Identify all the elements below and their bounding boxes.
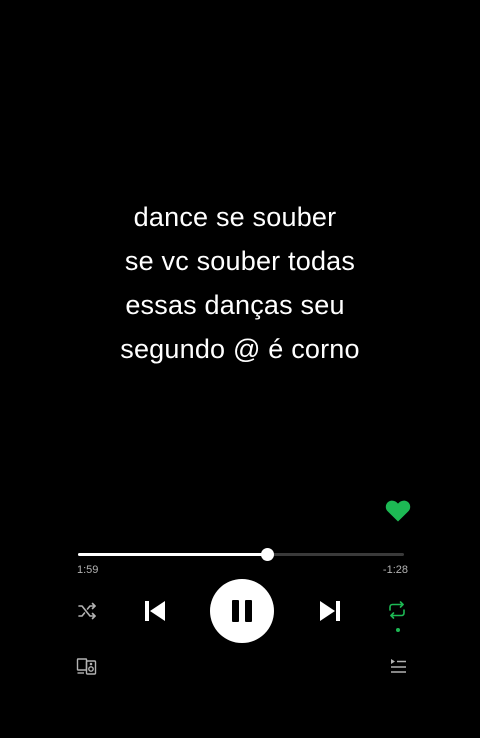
lyric-line: essas danças seu [125,290,345,320]
pause-icon [232,600,252,622]
progress-fill [78,553,268,556]
repeat-icon[interactable] [386,599,408,621]
progress-bar[interactable] [78,548,404,561]
lyric-line: se vc souber todas [124,246,356,276]
lyric-line: dance se souber [133,202,337,232]
lyric-line: segundo @ é corno [120,334,360,364]
progress-handle[interactable] [261,548,275,561]
queue-icon[interactable] [388,656,408,676]
elapsed-time: 1:59 [77,564,99,576]
remaining-time: -1:28 [382,564,408,576]
connect-devices-icon[interactable] [76,656,98,676]
lyrics-block: dance se souber se vc souber todas essas… [0,195,480,371]
repeat-active-indicator [396,628,400,632]
shuffle-icon[interactable] [76,600,98,622]
skip-previous-icon[interactable] [141,597,169,625]
heart-icon[interactable] [385,499,411,523]
pause-button[interactable] [210,579,274,643]
skip-next-icon[interactable] [316,597,344,625]
